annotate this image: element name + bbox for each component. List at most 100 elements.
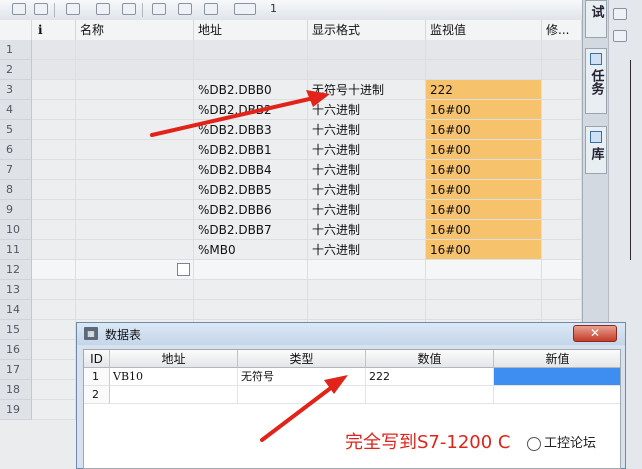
address-picker-icon[interactable]	[177, 263, 190, 276]
cell-info[interactable]	[32, 180, 76, 200]
table-row[interactable]: 7 %DB2.DBB4 十六进制 16#00	[0, 160, 582, 180]
cell-info[interactable]	[32, 120, 76, 140]
cell-address[interactable]: %DB2.DBB5	[194, 180, 308, 200]
cell-info[interactable]	[32, 80, 76, 100]
dialog-cell-value[interactable]: 222	[366, 368, 494, 386]
cell-address[interactable]	[194, 60, 308, 80]
dialog-cell-value[interactable]	[366, 386, 494, 404]
header-display-format[interactable]: 显示格式	[308, 20, 426, 40]
cell-monitor-value[interactable]: 16#00	[426, 180, 542, 200]
cell-address[interactable]: %MB0	[194, 240, 308, 260]
cell-display-format[interactable]	[308, 40, 426, 60]
cell-display-format[interactable]: 十六进制	[308, 180, 426, 200]
cell-name[interactable]	[76, 300, 194, 320]
monitor-icon[interactable]	[96, 3, 110, 15]
header-modify-value[interactable]: 修...	[542, 20, 582, 40]
cell-modify-value[interactable]	[542, 200, 582, 220]
cell-monitor-value[interactable]: 16#00	[426, 120, 542, 140]
cell-address[interactable]	[194, 300, 308, 320]
table-row[interactable]: 10 %DB2.DBB7 十六进制 16#00	[0, 220, 582, 240]
cell-monitor-value[interactable]: 16#00	[426, 240, 542, 260]
cell-monitor-value[interactable]: 16#00	[426, 160, 542, 180]
add-row-icon[interactable]	[34, 3, 48, 15]
dialog-titlebar[interactable]: ▦ 数据表 ✕	[77, 323, 625, 345]
cell-monitor-value[interactable]	[426, 300, 542, 320]
table-row[interactable]: 11 %MB0 十六进制 16#00	[0, 240, 582, 260]
cell-address[interactable]	[194, 260, 308, 280]
table-row[interactable]: 5 %DB2.DBB3 十六进制 16#00	[0, 120, 582, 140]
cell-modify-value[interactable]	[542, 80, 582, 100]
header-monitor-value[interactable]: 监视值	[426, 20, 542, 40]
dialog-cell-type[interactable]: 无符号	[238, 368, 366, 386]
header-address[interactable]: 地址	[194, 20, 308, 40]
tab-library[interactable]: 库	[585, 126, 607, 174]
cell-modify-value[interactable]	[542, 40, 582, 60]
modify-icon[interactable]	[152, 3, 166, 15]
table-row[interactable]: 13	[0, 280, 582, 300]
cell-monitor-value[interactable]	[426, 260, 542, 280]
cell-display-format[interactable]: 十六进制	[308, 100, 426, 120]
cell-name[interactable]	[76, 40, 194, 60]
header-name[interactable]: 名称	[76, 20, 194, 40]
cell-modify-value[interactable]	[542, 100, 582, 120]
cell-info[interactable]	[32, 400, 76, 420]
cell-modify-value[interactable]	[542, 60, 582, 80]
cell-name[interactable]	[76, 60, 194, 80]
cell-address[interactable]: %DB2.DBB3	[194, 120, 308, 140]
cell-name[interactable]	[76, 180, 194, 200]
table-row[interactable]: 14	[0, 300, 582, 320]
cell-info[interactable]	[32, 60, 76, 80]
cell-name[interactable]	[76, 140, 194, 160]
cell-address[interactable]: %DB2.DBB6	[194, 200, 308, 220]
cell-name[interactable]	[76, 220, 194, 240]
cell-monitor-value[interactable]	[426, 40, 542, 60]
dialog-cell-new-value[interactable]	[494, 368, 620, 386]
table-row[interactable]: 9 %DB2.DBB6 十六进制 16#00	[0, 200, 582, 220]
cell-modify-value[interactable]	[542, 260, 582, 280]
cell-info[interactable]	[32, 200, 76, 220]
cell-modify-value[interactable]	[542, 160, 582, 180]
cell-address[interactable]: %DB2.DBB2	[194, 100, 308, 120]
display-all-icon[interactable]	[66, 3, 80, 15]
force-icon[interactable]	[204, 3, 218, 15]
cell-name[interactable]	[76, 80, 194, 100]
table-row[interactable]: 3 %DB2.DBB0 无符号十进制 222	[0, 80, 582, 100]
cell-display-format[interactable]	[308, 300, 426, 320]
monitor-all-icon[interactable]	[234, 3, 256, 15]
cell-display-format[interactable]	[308, 280, 426, 300]
cell-info[interactable]	[32, 280, 76, 300]
table-row[interactable]: 1	[0, 40, 582, 60]
cell-monitor-value[interactable]: 16#00	[426, 140, 542, 160]
cell-monitor-value[interactable]: 222	[426, 80, 542, 100]
cell-address[interactable]: %DB2.DBB4	[194, 160, 308, 180]
cell-info[interactable]	[32, 160, 76, 180]
cell-display-format[interactable]: 十六进制	[308, 140, 426, 160]
cell-monitor-value[interactable]	[426, 280, 542, 300]
cell-display-format[interactable]: 无符号十进制	[308, 80, 426, 100]
cell-modify-value[interactable]	[542, 120, 582, 140]
cell-modify-value[interactable]	[542, 140, 582, 160]
cell-modify-value[interactable]	[542, 280, 582, 300]
table-row[interactable]: 6 %DB2.DBB1 十六进制 16#00	[0, 140, 582, 160]
tab-test[interactable]: 试	[585, 0, 607, 38]
cell-display-format[interactable]: 十六进制	[308, 120, 426, 140]
cell-address[interactable]	[194, 280, 308, 300]
table-row[interactable]: 2	[0, 60, 582, 80]
cell-name[interactable]	[76, 160, 194, 180]
cell-monitor-value[interactable]: 16#00	[426, 220, 542, 240]
cell-name[interactable]	[76, 280, 194, 300]
cell-name[interactable]	[76, 100, 194, 120]
tab-tasks[interactable]: 任务	[585, 48, 607, 114]
panel-icon[interactable]	[613, 8, 627, 20]
dialog-cell-address[interactable]: VB10	[110, 368, 238, 386]
table-row[interactable]: 8 %DB2.DBB5 十六进制 16#00	[0, 180, 582, 200]
monitor-once-icon[interactable]	[122, 3, 136, 15]
cell-info[interactable]	[32, 360, 76, 380]
cell-address[interactable]: %DB2.DBB7	[194, 220, 308, 240]
cell-name[interactable]	[76, 240, 194, 260]
cell-display-format[interactable]: 十六进制	[308, 160, 426, 180]
dialog-cell-new-value[interactable]	[494, 386, 620, 404]
table-row[interactable]: 4 %DB2.DBB2 十六进制 16#00	[0, 100, 582, 120]
cell-info[interactable]	[32, 140, 76, 160]
insert-row-icon[interactable]	[12, 3, 26, 15]
